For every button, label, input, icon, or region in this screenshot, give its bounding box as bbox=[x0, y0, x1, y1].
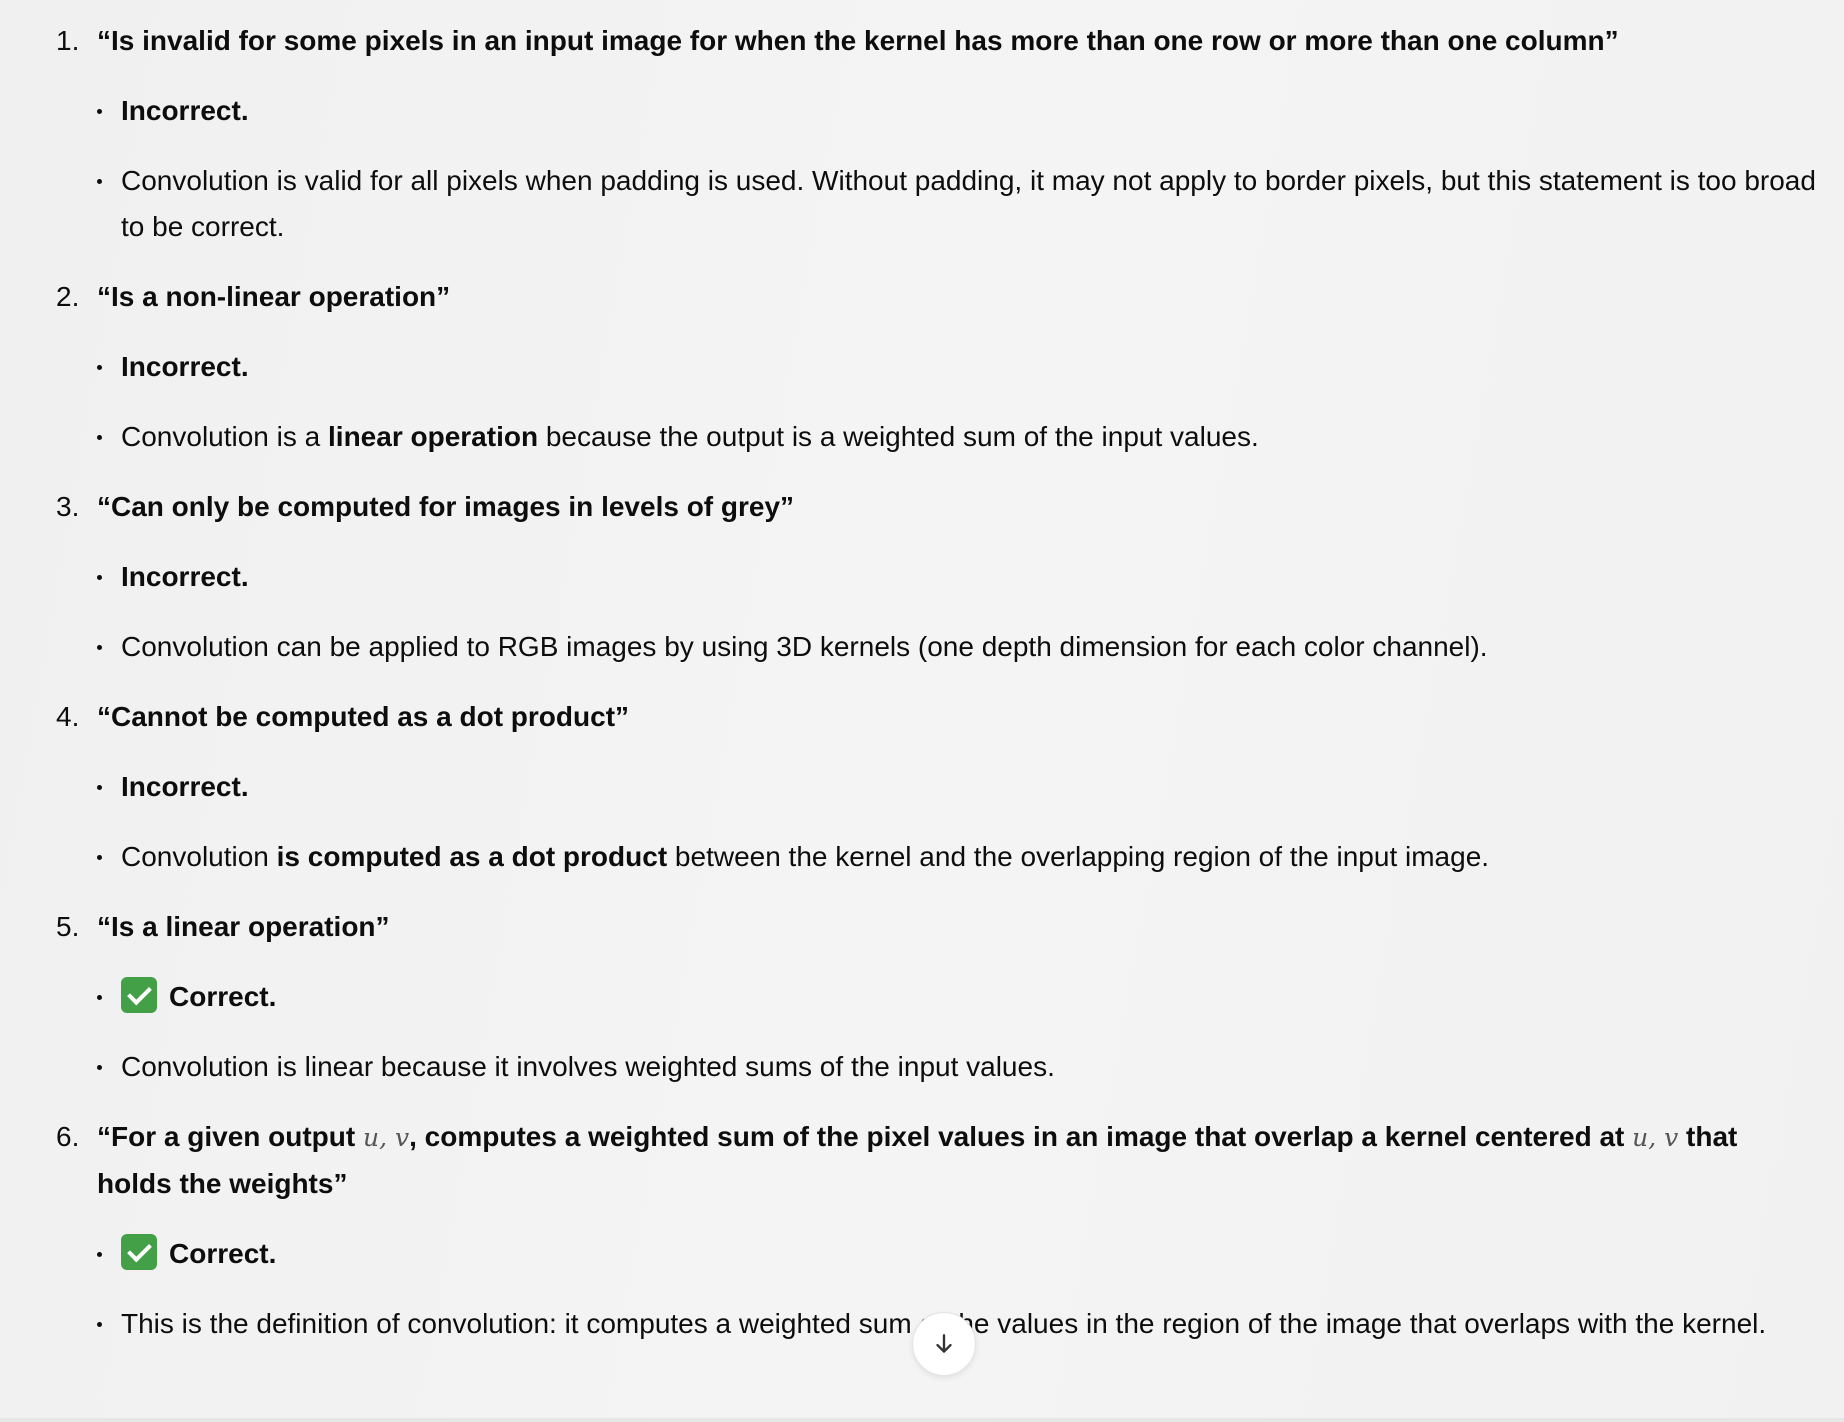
sub-bullets: Incorrect. Convolution is valid for all … bbox=[97, 88, 1816, 274]
explanation-bullet: Convolution can be applied to RGB images… bbox=[97, 624, 1816, 694]
list-item: 5. “Is a linear operation” Correct. Conv… bbox=[56, 904, 1816, 1114]
bullet-dot bbox=[97, 785, 102, 790]
answer-list: 1. “Is invalid for some pixels in an inp… bbox=[56, 18, 1816, 1371]
verdict-bullet: Incorrect. bbox=[97, 88, 1816, 158]
sub-bullets: Incorrect. Convolution is a linear opera… bbox=[97, 344, 1816, 484]
list-number: 1. bbox=[56, 25, 80, 56]
scroll-to-bottom-button[interactable] bbox=[912, 1312, 976, 1376]
question-title-middle: , computes a weighted sum of the pixel v… bbox=[409, 1121, 1633, 1152]
explanation-text-start: Convolution bbox=[121, 841, 277, 872]
list-number: 4. bbox=[56, 701, 80, 732]
list-item: 3. “Can only be computed for images in l… bbox=[56, 484, 1816, 694]
question-title: “For a given output u, v, computes a wei… bbox=[97, 1114, 1816, 1231]
bullet-dot bbox=[97, 435, 102, 440]
explanation-text-end: between the kernel and the overlapping r… bbox=[667, 841, 1490, 872]
bullet-dot bbox=[97, 109, 102, 114]
math-variable: u, v bbox=[363, 1123, 410, 1152]
bullet-dot bbox=[97, 1252, 102, 1257]
list-number: 5. bbox=[56, 911, 80, 942]
list-item: 2. “Is a non-linear operation” Incorrect… bbox=[56, 274, 1816, 484]
question-title-start: “For a given output bbox=[97, 1121, 363, 1152]
list-item: 1. “Is invalid for some pixels in an inp… bbox=[56, 18, 1816, 274]
explanation-text-start: Convolution is a bbox=[121, 421, 329, 452]
arrow-down-icon bbox=[936, 1334, 952, 1353]
explanation-text: Convolution can be applied to RGB images… bbox=[121, 631, 1488, 662]
verdict-label: Incorrect. bbox=[121, 771, 249, 802]
verdict-label: Correct. bbox=[169, 1238, 277, 1269]
sub-bullets: Correct. Convolution is linear because i… bbox=[97, 974, 1816, 1114]
explanation-emphasis: is computed as a dot product bbox=[276, 841, 668, 872]
bullet-dot bbox=[97, 645, 102, 650]
verdict-label: Incorrect. bbox=[121, 351, 249, 382]
explanation-bullet: Convolution is linear because it involve… bbox=[97, 1044, 1816, 1114]
check-mark-button-icon bbox=[121, 1234, 157, 1270]
sub-bullets: Incorrect. Convolution can be applied to… bbox=[97, 554, 1816, 694]
verdict-label: Correct. bbox=[169, 981, 277, 1012]
sub-bullets: Incorrect. Convolution is computed as a … bbox=[97, 764, 1816, 904]
explanation-text-end: because the output is a weighted sum of … bbox=[538, 421, 1259, 452]
verdict-label: Incorrect. bbox=[121, 95, 249, 126]
check-mark-button-icon bbox=[121, 977, 157, 1013]
bullet-dot bbox=[97, 575, 102, 580]
question-title: “Is a non-linear operation” bbox=[97, 281, 451, 312]
verdict-bullet: Incorrect. bbox=[97, 554, 1816, 624]
list-number: 6. bbox=[56, 1121, 80, 1152]
bullet-dot bbox=[97, 995, 102, 1000]
list-item: 4. “Cannot be computed as a dot product”… bbox=[56, 694, 1816, 904]
verdict-bullet: Incorrect. bbox=[97, 764, 1816, 834]
bullet-dot bbox=[97, 855, 102, 860]
explanation-bullet: Convolution is valid for all pixels when… bbox=[97, 158, 1816, 274]
chat-message-page: 1. “Is invalid for some pixels in an inp… bbox=[0, 0, 1844, 1422]
bullet-dot bbox=[97, 179, 102, 184]
question-title: “Can only be computed for images in leve… bbox=[97, 491, 795, 522]
verdict-label: Incorrect. bbox=[121, 561, 249, 592]
explanation-text: Convolution is valid for all pixels when… bbox=[121, 165, 1816, 242]
question-title: “Is a linear operation” bbox=[97, 911, 390, 942]
explanation-text: Convolution is linear because it involve… bbox=[121, 1051, 1055, 1082]
bullet-dot bbox=[97, 365, 102, 370]
list-number: 3. bbox=[56, 491, 80, 522]
verdict-bullet: Correct. bbox=[97, 974, 1816, 1044]
question-title: “Cannot be computed as a dot product” bbox=[97, 701, 630, 732]
verdict-bullet: Correct. bbox=[97, 1231, 1816, 1301]
bullet-dot bbox=[97, 1322, 102, 1327]
question-title: “Is invalid for some pixels in an input … bbox=[97, 25, 1619, 56]
math-variable: u, v bbox=[1632, 1123, 1679, 1152]
bullet-dot bbox=[97, 1065, 102, 1070]
explanation-emphasis: linear operation bbox=[328, 421, 539, 452]
composer-divider bbox=[0, 1418, 1844, 1422]
explanation-bullet: Convolution is computed as a dot product… bbox=[97, 834, 1816, 904]
explanation-bullet: Convolution is a linear operation becaus… bbox=[97, 414, 1816, 484]
verdict-bullet: Incorrect. bbox=[97, 344, 1816, 414]
list-number: 2. bbox=[56, 281, 80, 312]
